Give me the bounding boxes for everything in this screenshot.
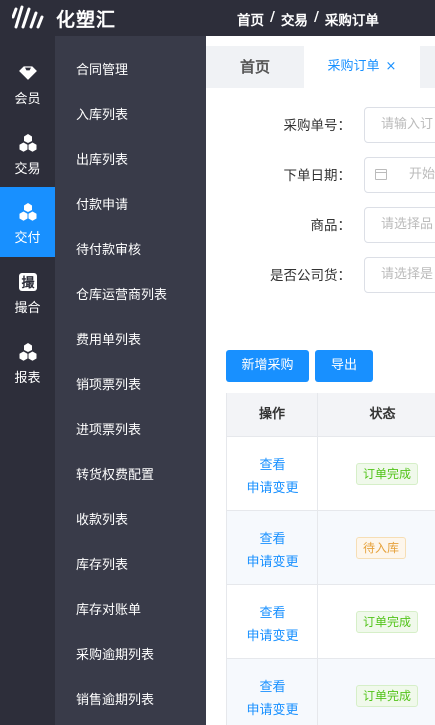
order-date-label: 下单日期：: [283, 168, 352, 184]
svg-text:撮: 撮: [21, 275, 35, 291]
cubes-icon: [17, 341, 39, 363]
product-label: 商品：: [310, 218, 352, 234]
table-row: 查看 申请变更 待入库: [227, 511, 435, 585]
request-change-link[interactable]: 申请变更: [227, 477, 318, 496]
column-header-actions: 操作: [227, 393, 318, 437]
date-start-placeholder: 开始: [409, 167, 435, 182]
nav-label: 撮合: [14, 301, 41, 316]
status-badge: 订单完成: [356, 463, 419, 485]
breadcrumb-trade[interactable]: 交易: [281, 9, 308, 29]
product-select[interactable]: 请选择品: [364, 207, 435, 243]
submenu-item-contracts[interactable]: 合同管理: [55, 48, 206, 93]
cubes-icon: [17, 201, 39, 223]
submenu-item-sales-overdue[interactable]: 销售逾期列表: [55, 678, 206, 723]
submenu-item-payment-review[interactable]: 待付款审核: [55, 228, 206, 273]
submenu-item-outbound-list[interactable]: 出库列表: [55, 138, 206, 183]
submenu-item-inventory-statement[interactable]: 库存对账单: [55, 588, 206, 633]
tab-purchase-orders[interactable]: 采购订单 ×: [304, 46, 420, 88]
company-goods-label: 是否公司货：: [270, 268, 351, 284]
purchase-orders-table: 操作 状态 查看 申请变更 订单完成 查看 申请变更 待入库 查看 申请变更 订…: [226, 393, 435, 725]
tab-home[interactable]: 首页: [206, 46, 304, 88]
actions-cell: 查看 申请变更: [227, 585, 318, 658]
nav-item-match[interactable]: 撮 撮合: [0, 257, 55, 327]
main-content: 采购单号： 请输入订 下单日期： 开始 商品： 请选择品 是否公司货： 请选择是…: [206, 88, 435, 725]
table-row: 查看 申请变更 订单完成: [227, 659, 435, 725]
order-date-range-picker[interactable]: 开始: [364, 157, 435, 193]
submenu-item-output-invoices[interactable]: 销项票列表: [55, 363, 206, 408]
actions-cell: 查看 申请变更: [227, 437, 318, 510]
submenu-item-expense-list[interactable]: 费用单列表: [55, 318, 206, 363]
breadcrumb-current: 采购订单: [324, 13, 379, 29]
order-no-input[interactable]: 请输入订: [364, 107, 435, 143]
nav-item-member[interactable]: 会员: [0, 48, 55, 118]
request-change-link[interactable]: 申请变更: [227, 699, 318, 718]
view-link[interactable]: 查看: [227, 676, 318, 695]
nav-label: 交付: [14, 231, 41, 246]
submenu-item-receipts[interactable]: 收款列表: [55, 498, 206, 543]
cubes-icon: [17, 132, 39, 154]
tab-label: 采购订单: [327, 59, 380, 74]
breadcrumb-separator: /: [313, 9, 319, 25]
nav-item-delivery[interactable]: 交付: [0, 187, 55, 257]
actions-cell: 查看 申请变更: [227, 659, 318, 725]
add-purchase-button[interactable]: 新增采购: [226, 350, 309, 382]
status-badge: 待入库: [356, 537, 407, 559]
submenu-item-input-invoices[interactable]: 进项票列表: [55, 408, 206, 453]
tab-bar: 首页 采购订单 ×: [206, 46, 435, 88]
request-change-link[interactable]: 申请变更: [227, 625, 318, 644]
view-link[interactable]: 查看: [227, 454, 318, 473]
table-row: 查看 申请变更 订单完成: [227, 437, 435, 511]
submenu-item-inbound-list[interactable]: 入库列表: [55, 93, 206, 138]
primary-nav: 会员 交易 交付 撮 撮合 报表: [0, 36, 55, 725]
submenu-item-transfer-fee-config[interactable]: 转货权费配置: [55, 453, 206, 498]
company-goods-select[interactable]: 请选择是: [364, 257, 435, 293]
secondary-nav: 合同管理 入库列表 出库列表 付款申请 待付款审核 仓库运营商列表 费用单列表 …: [55, 36, 206, 725]
nav-label: 会员: [14, 92, 41, 107]
submenu-item-inventory[interactable]: 库存列表: [55, 543, 206, 588]
view-link[interactable]: 查看: [227, 602, 318, 621]
calendar-icon: [375, 169, 387, 180]
top-header: 化塑汇 首页 / 交易 / 采购订单: [0, 0, 435, 36]
nav-item-trade[interactable]: 交易: [0, 118, 55, 188]
view-link[interactable]: 查看: [227, 528, 318, 547]
request-change-link[interactable]: 申请变更: [227, 551, 318, 570]
breadcrumb-separator: /: [270, 9, 275, 25]
submenu-item-payment-request[interactable]: 付款申请: [55, 183, 206, 228]
export-button[interactable]: 导出: [315, 350, 373, 382]
submenu-item-purchase-overdue[interactable]: 采购逾期列表: [55, 633, 206, 678]
close-icon[interactable]: ×: [386, 59, 397, 74]
diamond-icon: [17, 62, 39, 84]
status-badge: 订单完成: [356, 685, 419, 707]
order-no-label: 采购单号：: [283, 118, 352, 134]
breadcrumb: 首页 / 交易 / 采购订单: [237, 9, 379, 29]
brand-logo[interactable]: 化塑汇: [12, 4, 116, 32]
nav-item-report[interactable]: 报表: [0, 327, 55, 397]
table-row: 查看 申请变更 订单完成: [227, 585, 435, 659]
submenu-item-warehouse-operators[interactable]: 仓库运营商列表: [55, 273, 206, 318]
match-icon: 撮: [17, 271, 39, 293]
logo-icon: [12, 5, 44, 29]
nav-label: 报表: [14, 371, 41, 386]
brand-name: 化塑汇: [56, 8, 117, 31]
status-badge: 订单完成: [356, 611, 419, 633]
breadcrumb-home[interactable]: 首页: [237, 9, 264, 29]
actions-cell: 查看 申请变更: [227, 511, 318, 584]
nav-label: 交易: [14, 162, 41, 177]
column-header-status: 状态: [318, 393, 435, 437]
